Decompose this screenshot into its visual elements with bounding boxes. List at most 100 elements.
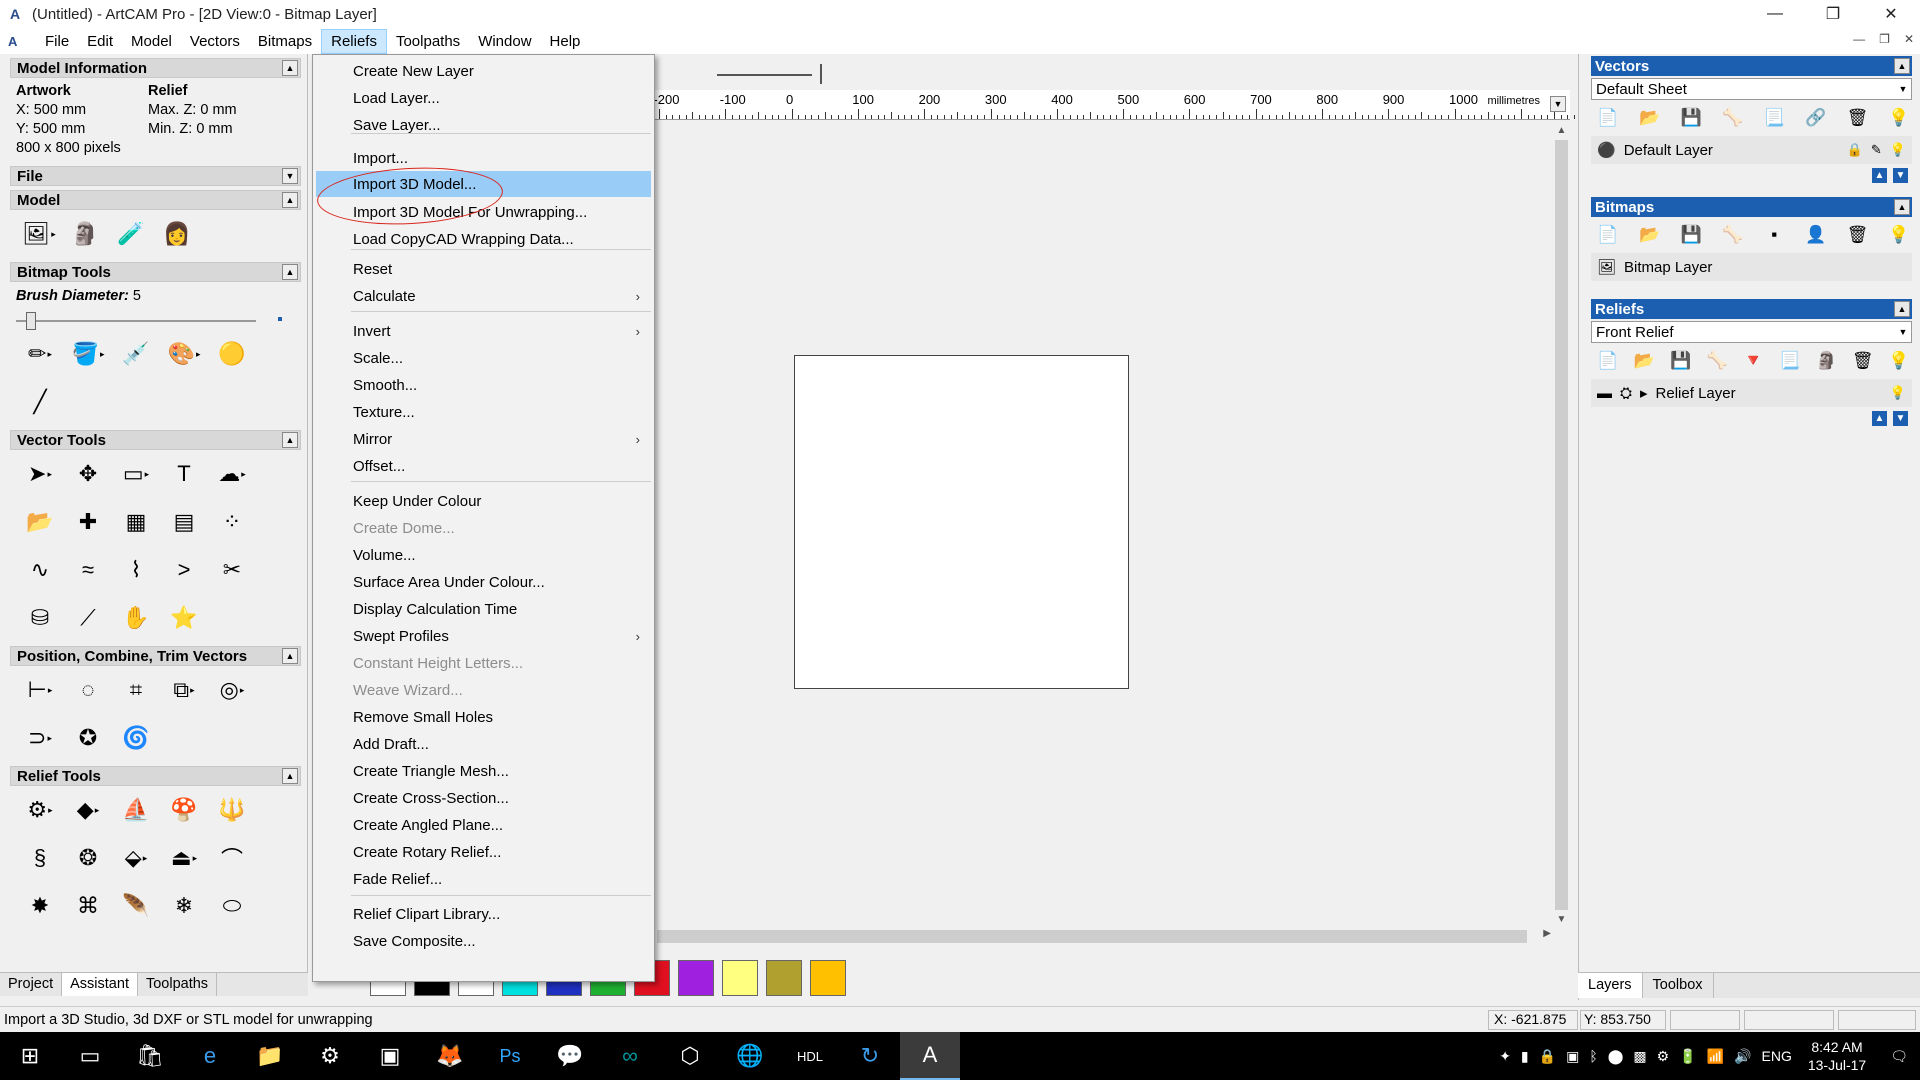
document-icon[interactable]: 📃	[1761, 105, 1787, 131]
open-folder-icon[interactable]: 📂	[1631, 348, 1657, 374]
document-icon[interactable]: A	[8, 31, 32, 51]
artboard[interactable]	[794, 355, 1129, 689]
save-icon[interactable]: 💾	[1678, 105, 1704, 131]
horizontal-scroll-thumb[interactable]	[657, 930, 1527, 943]
menu-item-add-draft[interactable]: Add Draft...	[313, 731, 654, 757]
menu-item-smooth[interactable]: Smooth...	[313, 372, 654, 398]
clock[interactable]: 8:42 AM 13-Jul-17	[1808, 1038, 1866, 1074]
blue-app-icon[interactable]: ▣	[360, 1032, 420, 1080]
layer-color-icon[interactable]: ⚫	[1597, 141, 1616, 159]
collapse-up-icon[interactable]: ▲	[282, 768, 298, 784]
collapse-up-icon[interactable]: ▲	[1894, 199, 1910, 215]
menu-item-create-new-layer[interactable]: Create New Layer	[313, 58, 654, 84]
menu-bitmaps[interactable]: Bitmaps	[249, 30, 321, 53]
language-indicator[interactable]: ENG	[1762, 1048, 1792, 1064]
scissors-icon[interactable]: ✂	[210, 550, 254, 590]
collapse-up-icon[interactable]: ▲	[282, 264, 298, 280]
color-swatch[interactable]	[678, 960, 714, 996]
store-icon[interactable]: 🛍	[120, 1032, 180, 1080]
lock-icon[interactable]: 🔒	[1847, 142, 1863, 158]
artcam-app-icon[interactable]: A	[6, 5, 24, 23]
tab-toolbox[interactable]: Toolbox	[1643, 973, 1714, 998]
ruler-dropdown-icon[interactable]: ▼	[1550, 96, 1566, 112]
line-draw-icon[interactable]: ╱	[18, 382, 62, 422]
menu-toolpaths[interactable]: Toolpaths	[387, 30, 469, 53]
tab-layers[interactable]: Layers	[1578, 973, 1643, 998]
relief-layers-icon[interactable]: ⏏ ▸	[162, 838, 206, 878]
network-app-icon[interactable]: 🌐	[720, 1032, 780, 1080]
menu-item-create-dome[interactable]: Create Dome...	[313, 515, 654, 541]
angle-icon[interactable]: >	[162, 550, 206, 590]
hand-icon[interactable]: ✋	[114, 598, 158, 638]
menu-item-fade-relief[interactable]: Fade Relief...	[313, 866, 654, 892]
zoom-slider-track[interactable]	[717, 74, 812, 76]
move-down-icon[interactable]: ▼	[1893, 411, 1908, 426]
tab-toolpaths[interactable]: Toolpaths	[138, 973, 218, 996]
file-explorer-icon[interactable]: 📁	[240, 1032, 300, 1080]
menu-item-surface-area-under-colour[interactable]: Surface Area Under Colour...	[313, 569, 654, 595]
eyedropper-icon[interactable]: 💉	[114, 334, 158, 374]
menu-model[interactable]: Model	[122, 30, 181, 53]
maximize-button[interactable]: ❐	[1804, 0, 1862, 28]
expand-arrow-icon[interactable]: ▸	[1640, 384, 1648, 402]
tray-office-icon[interactable]: ▮	[1521, 1048, 1529, 1065]
menu-item-create-angled-plane[interactable]: Create Angled Plane...	[313, 812, 654, 838]
bluetooth-icon[interactable]: ᛒ	[1589, 1048, 1597, 1064]
lightbulb-icon[interactable]: 💡	[1886, 348, 1912, 374]
position-combine-header[interactable]: Position, Combine, Trim Vectors ▲	[10, 646, 301, 666]
scroll-down-icon[interactable]: ▼	[1553, 911, 1570, 928]
menu-item-reset[interactable]: Reset	[313, 256, 654, 282]
star-pattern-icon[interactable]: ✪	[66, 718, 110, 758]
menu-item-offset[interactable]: Offset...	[313, 453, 654, 479]
bracket-icon[interactable]: ⌇	[114, 550, 158, 590]
vectors-header[interactable]: Vectors ▲	[1591, 56, 1912, 76]
feather-icon[interactable]: 🪶	[114, 886, 158, 926]
new-layer-icon[interactable]: 📄	[1595, 105, 1621, 131]
chevron-down-icon[interactable]: ▼	[1895, 323, 1911, 341]
slider-thumb[interactable]	[26, 312, 36, 330]
block-copy-icon[interactable]: ⧉ ▸	[162, 670, 206, 710]
weld-icon[interactable]: ◎ ▸	[210, 670, 254, 710]
move-up-icon[interactable]: ▲	[1872, 168, 1887, 183]
collapse-up-icon[interactable]: ▲	[1894, 301, 1910, 317]
battery-icon[interactable]: 🔋	[1679, 1048, 1696, 1065]
menu-item-invert[interactable]: Invert ›	[313, 318, 654, 344]
branch-icon[interactable]: ⟋	[66, 598, 110, 638]
color-swatch[interactable]	[722, 960, 758, 996]
sweep-icon[interactable]: ⛵	[114, 790, 158, 830]
edge-browser-icon[interactable]: e	[180, 1032, 240, 1080]
close-button[interactable]: ✕	[1862, 0, 1920, 28]
color-swatch[interactable]	[766, 960, 802, 996]
minimize-button[interactable]: —	[1746, 0, 1804, 28]
menu-item-load-copycad-wrapping-data[interactable]: Load CopyCAD Wrapping Data...	[313, 226, 654, 252]
spiral-icon[interactable]: 🌀	[114, 718, 158, 758]
windows-start-icon[interactable]: ⊞	[0, 1032, 60, 1080]
whatsapp-icon[interactable]: 💬	[540, 1032, 600, 1080]
tab-project[interactable]: Project	[0, 973, 63, 996]
grayscale-icon[interactable]: 🗿	[64, 214, 106, 254]
arch-icon[interactable]: ⌒	[210, 838, 254, 878]
color-swatch[interactable]	[810, 960, 846, 996]
tray-security-icon[interactable]: ⬤	[1608, 1048, 1624, 1065]
menu-item-display-calculation-time[interactable]: Display Calculation Time	[313, 596, 654, 622]
menu-item-constant-height-letters[interactable]: Constant Height Letters...	[313, 650, 654, 676]
curve-icon[interactable]: ∿	[18, 550, 62, 590]
menu-item-create-cross-section[interactable]: Create Cross-Section...	[313, 785, 654, 811]
save-icon[interactable]: 💾	[1678, 222, 1704, 248]
firefox-icon[interactable]: 🦊	[420, 1032, 480, 1080]
vertical-scrollbar[interactable]: ▲ ▼	[1553, 120, 1570, 930]
scroll-up-icon[interactable]: ▲	[1553, 122, 1570, 139]
merge-icon[interactable]: 🔗	[1803, 105, 1829, 131]
palette-icon[interactable]: 🎨 ▸	[162, 334, 206, 374]
horizontal-scrollbar[interactable]: ▶	[655, 928, 1553, 945]
text-icon[interactable]: T	[162, 454, 206, 494]
tray-app-icon[interactable]: ✦	[1499, 1048, 1511, 1065]
menu-help[interactable]: Help	[541, 30, 590, 53]
s-curve-icon[interactable]: §	[18, 838, 62, 878]
zoom-slider-handle[interactable]	[820, 64, 822, 84]
vector-sheet-select[interactable]: Default Sheet ▼	[1591, 78, 1912, 100]
menu-item-volume[interactable]: Volume...	[313, 542, 654, 568]
menu-edit[interactable]: Edit	[78, 30, 122, 53]
add-node-icon[interactable]: ✚	[66, 502, 110, 542]
two-rail-icon[interactable]: 🔱	[210, 790, 254, 830]
